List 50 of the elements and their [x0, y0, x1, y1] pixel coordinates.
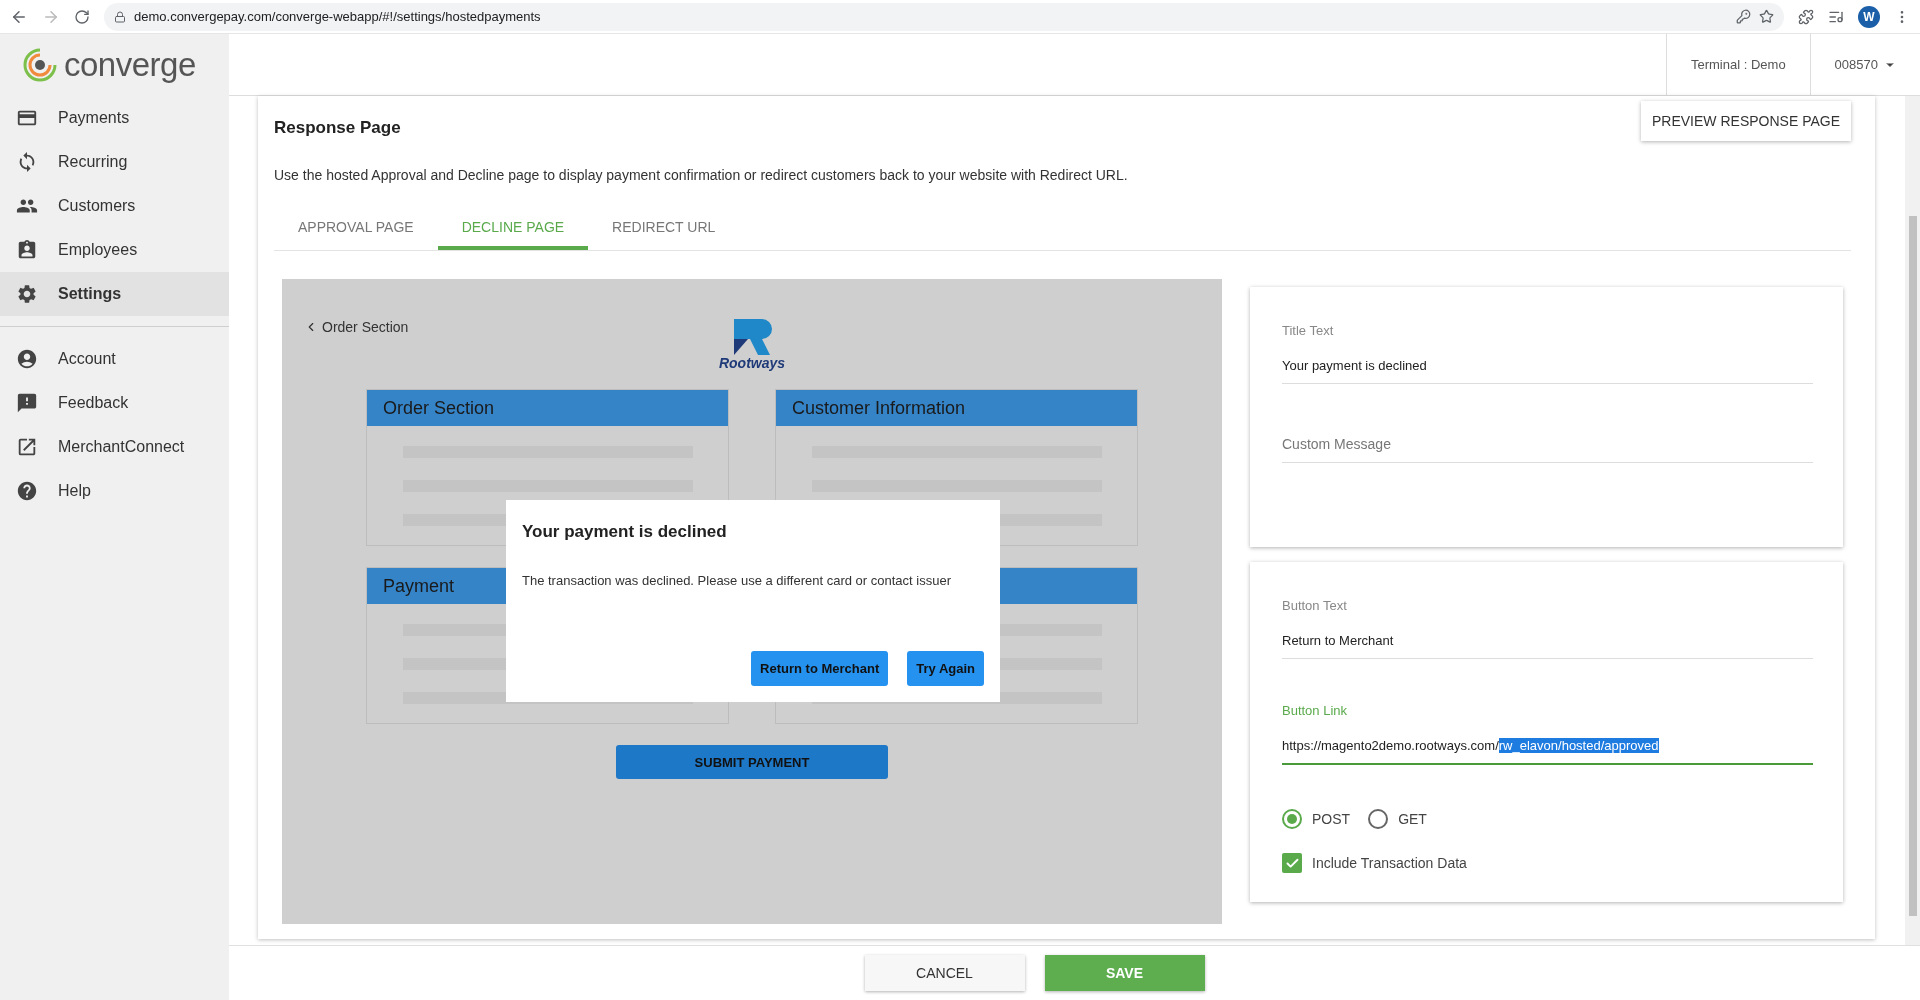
lock-icon	[114, 10, 126, 23]
back-link[interactable]: Order Section	[304, 319, 409, 335]
logo-text: Rootways	[718, 355, 786, 371]
sidebar-item[interactable]: Customers	[0, 184, 229, 228]
card-header: Order Section	[367, 390, 728, 426]
tab[interactable]: APPROVAL PAGE	[274, 209, 438, 250]
settings-icon	[16, 283, 38, 305]
section-description: Use the hosted Approval and Decline page to display payment confirmation or redirect customers back to your website with Redirect URL.	[274, 167, 1129, 183]
section-title: Response Page	[274, 117, 401, 138]
star-icon[interactable]	[1759, 9, 1774, 24]
text-field[interactable]: Button Text Return to Merchant	[1282, 598, 1813, 659]
radio-icon[interactable]	[1282, 809, 1302, 829]
checkbox-label: Include Transaction Data	[1312, 855, 1467, 871]
cancel-button[interactable]: CANCEL	[864, 955, 1025, 991]
sidebar-item[interactable]: Employees	[0, 228, 229, 272]
sidebar-item[interactable]: Recurring	[0, 140, 229, 184]
terminal-label: Terminal : Demo	[1665, 34, 1810, 95]
logo-text: converge	[64, 46, 196, 84]
sidebar-item[interactable]: Settings	[0, 272, 229, 316]
account-dropdown[interactable]: 008570	[1809, 34, 1920, 95]
radio-option[interactable]: GET	[1368, 809, 1427, 829]
checkbox[interactable]	[1282, 853, 1302, 873]
sidebar-item[interactable]: Help	[0, 469, 229, 513]
key-icon[interactable]	[1736, 9, 1751, 24]
dialog-title: Your payment is declined	[522, 522, 728, 542]
help-icon	[16, 480, 38, 502]
radio-option[interactable]: POST	[1282, 809, 1351, 829]
dialog-button[interactable]: Try Again	[907, 651, 984, 686]
radio-icon[interactable]	[1368, 809, 1389, 829]
text-field[interactable]: Title Text Your payment is declined	[1282, 323, 1813, 384]
id-badge-icon	[16, 239, 38, 261]
preview-button[interactable]: PREVIEW RESPONSE PAGE	[1641, 101, 1851, 141]
sidebar-item[interactable]: Payments	[0, 96, 229, 140]
reload-icon[interactable]	[74, 8, 90, 25]
scrollbar-thumb[interactable]	[1908, 216, 1917, 916]
puzzle-icon[interactable]	[1798, 8, 1814, 25]
external-link-icon	[16, 436, 38, 458]
submit-payment-button[interactable]: SUBMIT PAYMENT	[616, 745, 888, 779]
sidebar-item[interactable]: MerchantConnect	[0, 425, 229, 469]
sidebar-item[interactable]: Account	[0, 337, 229, 381]
card-header: Customer Information	[776, 390, 1137, 426]
rootways-logo-icon	[732, 319, 772, 355]
tab[interactable]: REDIRECT URL	[588, 209, 740, 250]
profile-avatar[interactable]: W	[1858, 5, 1880, 28]
address-bar[interactable]: demo.convergepay.com/converge-webapp/#!/settings/hostedpayments	[104, 2, 1784, 31]
logo-icon	[22, 47, 58, 83]
text-field[interactable]: Custom Message	[1282, 428, 1813, 463]
sidebar-item[interactable]: Feedback	[0, 381, 229, 425]
dialog-button[interactable]: Return to Merchant	[751, 651, 889, 686]
feedback-icon	[16, 392, 38, 414]
